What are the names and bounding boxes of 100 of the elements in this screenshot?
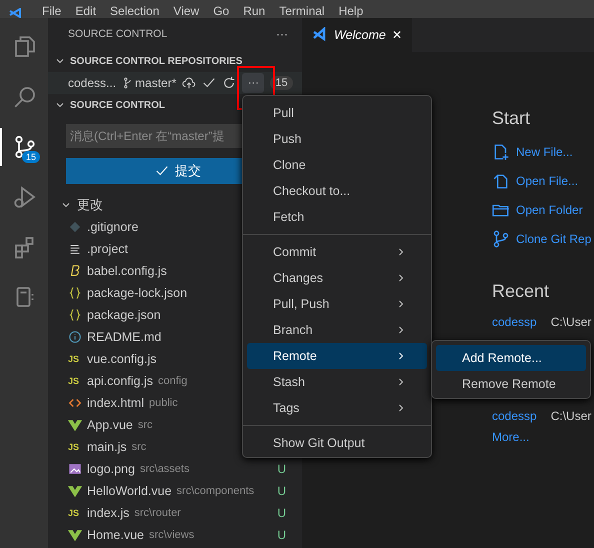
panel-title: SOURCE CONTROL <box>68 28 168 40</box>
js-file-icon: JS <box>68 354 82 364</box>
cloud-upload-icon <box>182 76 196 90</box>
braces-icon <box>68 308 82 322</box>
untracked-status: U <box>277 506 286 520</box>
menu-item[interactable]: Show Git Output <box>247 430 427 456</box>
menu-bar-item[interactable]: Go <box>213 4 230 18</box>
file-name[interactable]: vue.config.js <box>87 352 156 366</box>
more-actions-button[interactable]: ··· <box>242 73 264 93</box>
code-brackets-icon <box>68 396 82 410</box>
file-name[interactable]: index.html <box>87 396 144 410</box>
files-icon <box>13 35 37 59</box>
file-name[interactable]: README.md <box>87 330 162 344</box>
section-title: SOURCE CONTROL REPOSITORIES <box>70 56 242 66</box>
menu-bar-item[interactable]: Terminal <box>279 4 325 18</box>
untracked-status: U <box>277 462 286 476</box>
image-icon <box>68 462 82 476</box>
menu-bar-item[interactable]: Help <box>338 4 364 18</box>
file-name[interactable]: Home.vue <box>87 528 144 542</box>
git-branch-icon <box>492 230 510 248</box>
file-name[interactable]: index.js <box>87 506 130 520</box>
file-path: public <box>148 397 178 409</box>
js-file-icon: JS <box>68 508 82 518</box>
menu-bar-item[interactable]: Run <box>243 4 266 18</box>
menu-item[interactable]: Pull <box>247 100 427 126</box>
editor-tab[interactable]: Welcome ✕ <box>302 18 412 52</box>
file-name[interactable]: App.vue <box>87 418 133 432</box>
recent-folder-path: C:\User <box>550 409 592 423</box>
braces-icon <box>68 286 82 300</box>
file-path: src <box>132 441 146 453</box>
commit-check-icon[interactable] <box>202 76 216 90</box>
file-path: src\assets <box>140 463 190 475</box>
js-file-icon: JS <box>68 376 82 386</box>
branch-name[interactable]: master* <box>135 76 176 90</box>
file-name[interactable]: main.js <box>87 440 127 454</box>
untracked-status: U <box>277 528 286 542</box>
changes-group-title[interactable]: 更改 <box>77 196 103 214</box>
menu-bar-item[interactable]: View <box>173 4 200 18</box>
menu-item[interactable]: Branch <box>247 317 427 343</box>
info-icon <box>68 330 82 344</box>
open-file-icon <box>492 172 510 190</box>
section-title: SOURCE CONTROL <box>70 100 165 110</box>
run-debug-icon <box>13 185 37 209</box>
section-heading: Start <box>492 108 532 129</box>
file-name[interactable]: logo.png <box>87 462 135 476</box>
file-path: src\components <box>176 485 254 497</box>
untracked-status: U <box>277 484 286 498</box>
check-icon <box>202 76 216 90</box>
lines-icon <box>68 242 82 256</box>
menu-bar-item[interactable]: Edit <box>75 4 96 18</box>
file-path: src\router <box>134 507 181 519</box>
file-name[interactable]: .project <box>87 242 128 256</box>
file-name[interactable]: package.json <box>87 308 161 322</box>
menu-bar-item[interactable]: Selection <box>110 4 160 18</box>
recent-folder-link[interactable]: codessp <box>492 409 537 423</box>
start-link[interactable]: New File... <box>492 137 594 166</box>
file-name[interactable]: package-lock.json <box>87 286 188 300</box>
recent-folder-link[interactable]: codessp <box>492 315 537 329</box>
section-heading: Recent <box>492 281 550 302</box>
menu-item[interactable]: Pull, Push <box>247 291 427 317</box>
file-path: config <box>158 375 188 387</box>
start-link[interactable]: Clone Git Rep <box>492 224 594 253</box>
app-logo-icon <box>8 8 24 18</box>
changes-count-badge: 15 <box>270 76 293 90</box>
menu-item[interactable]: Tags <box>247 395 427 421</box>
menu-item[interactable]: Remove Remote <box>436 371 586 397</box>
menu-item[interactable]: Remote <box>247 343 427 369</box>
babel-icon <box>68 264 82 278</box>
menu-item[interactable]: Fetch <box>247 204 427 230</box>
repository-name[interactable]: codess... <box>68 76 116 90</box>
file-path: src\views <box>148 529 194 541</box>
tab-title: Welcome <box>334 28 386 42</box>
diamond-icon <box>68 220 82 234</box>
count-badge: 15 <box>22 151 40 163</box>
more-link[interactable]: More... <box>492 430 594 444</box>
file-name[interactable]: HelloWorld.vue <box>87 484 172 498</box>
recent-folder-path: C:\User <box>550 315 592 329</box>
menu-bar-item[interactable]: File <box>42 4 62 18</box>
new-file-icon <box>492 142 510 160</box>
menu-item[interactable]: Changes <box>247 265 427 291</box>
refresh-icon[interactable] <box>222 76 236 90</box>
vue-icon <box>68 484 82 498</box>
close-button[interactable]: ✕ <box>392 28 402 42</box>
vue-icon <box>68 528 82 542</box>
start-link[interactable]: Open Folder <box>492 195 594 224</box>
menu-item[interactable]: Commit <box>247 239 427 265</box>
menu-item[interactable]: Stash <box>247 369 427 395</box>
menu-item[interactable]: Add Remote... <box>436 345 586 371</box>
js-file-icon: JS <box>68 442 82 452</box>
more-actions-button[interactable]: ··· <box>276 27 288 41</box>
app-logo-icon <box>312 27 328 43</box>
file-path: src <box>138 419 153 431</box>
check-icon <box>155 164 169 178</box>
file-name[interactable]: babel.config.js <box>87 264 167 278</box>
vue-icon <box>68 418 82 432</box>
start-link[interactable]: Open File... <box>492 166 594 195</box>
file-name[interactable]: .gitignore <box>87 220 138 234</box>
file-name[interactable]: api.config.js <box>87 374 154 388</box>
source-control-icon <box>13 135 37 159</box>
publish-cloud-icon[interactable] <box>182 76 196 90</box>
